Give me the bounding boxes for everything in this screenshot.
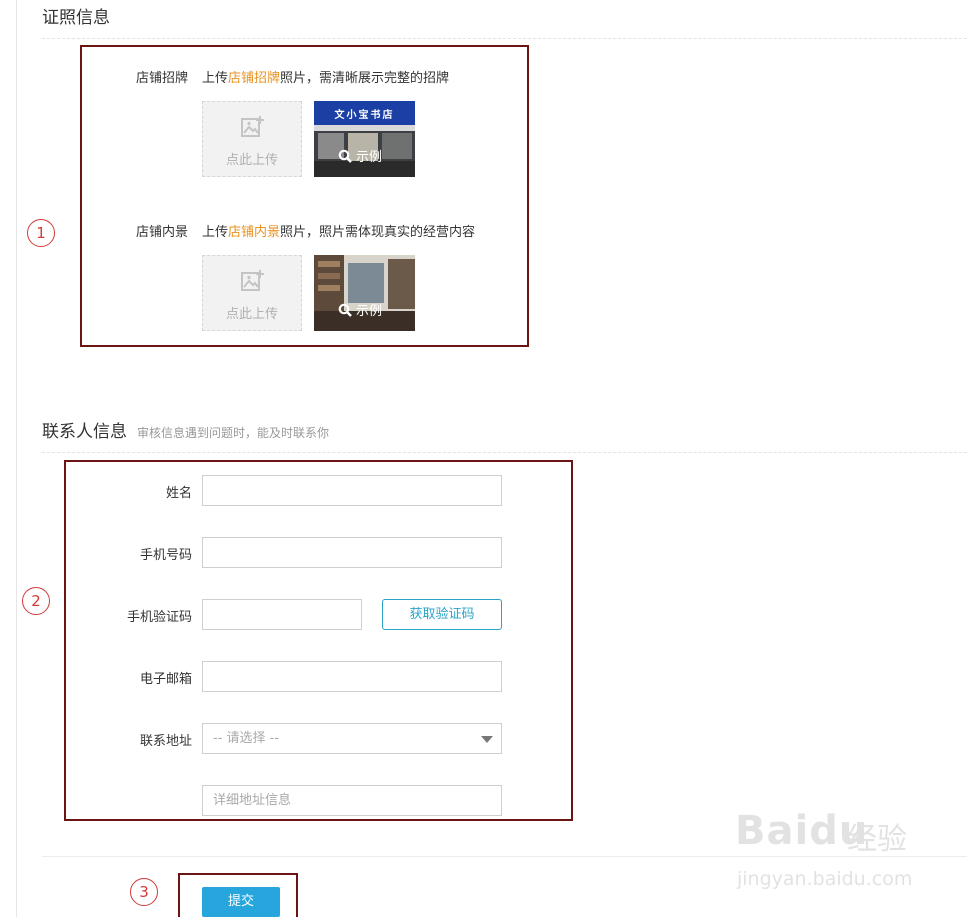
license-section-title: 证照信息 [42, 8, 110, 28]
image-upload-icon [241, 116, 264, 137]
address-region-select[interactable]: -- 请选择 -- [202, 723, 502, 754]
contact-section-subtitle: 审核信息遇到问题时，能及时联系你 [137, 426, 330, 440]
upload-text: 点此上传 [225, 153, 278, 168]
image-upload-icon [241, 270, 264, 291]
storefront-sign-example[interactable]: 文小宝书店 示例 [314, 101, 415, 177]
storefront-sign-hint: 上传店铺招牌照片，需清晰展示完整的招牌 [202, 71, 450, 86]
store-interior-label: 店铺内景 [136, 225, 189, 240]
example-label: 示例 [338, 147, 415, 169]
verification-code-label: 手机验证码 [126, 610, 192, 625]
chevron-down-icon [481, 736, 493, 743]
email-input[interactable] [202, 661, 502, 692]
verification-code-input[interactable] [202, 599, 362, 630]
license-divider [42, 38, 967, 39]
address-label: 联系地址 [139, 734, 192, 749]
contact-divider [42, 452, 967, 453]
baidu-jingyan-watermark: Baidu 经验 jingyan.baidu.com [735, 808, 913, 890]
annotation-marker-1: 1 [27, 219, 55, 247]
example-label: 示例 [338, 301, 415, 323]
left-border-line [16, 0, 17, 917]
phone-input[interactable] [202, 537, 502, 568]
search-icon [338, 303, 352, 317]
submit-button[interactable]: 提交 [202, 887, 280, 917]
address-region-select-value: -- 请选择 -- [213, 731, 280, 746]
name-input[interactable] [202, 475, 502, 506]
annotation-box-1 [80, 45, 529, 347]
storefront-sign-hint-highlight: 店铺招牌 [228, 71, 281, 86]
phone-label: 手机号码 [139, 548, 192, 563]
email-label: 电子邮箱 [139, 672, 192, 687]
store-interior-hint-highlight: 店铺内景 [228, 225, 281, 240]
search-icon [338, 149, 352, 163]
annotation-marker-3: 3 [130, 878, 158, 906]
name-label: 姓名 [165, 486, 192, 501]
annotation-marker-2: 2 [22, 587, 50, 615]
storefront-sign-text: 文小宝书店 [334, 110, 395, 121]
storefront-sign-upload[interactable]: 点此上传 [202, 101, 302, 177]
store-interior-hint: 上传店铺内景照片，照片需体现真实的经营内容 [202, 225, 476, 240]
storefront-sign-label: 店铺招牌 [136, 71, 189, 86]
store-interior-upload[interactable]: 点此上传 [202, 255, 302, 331]
address-detail-input[interactable] [202, 785, 502, 816]
get-code-button[interactable]: 获取验证码 [382, 599, 502, 630]
annotation-box-2 [64, 460, 573, 821]
upload-text: 点此上传 [225, 307, 278, 322]
store-interior-example[interactable]: 示例 [314, 255, 415, 331]
contact-section-title: 联系人信息 审核信息遇到问题时，能及时联系你 [42, 422, 330, 442]
